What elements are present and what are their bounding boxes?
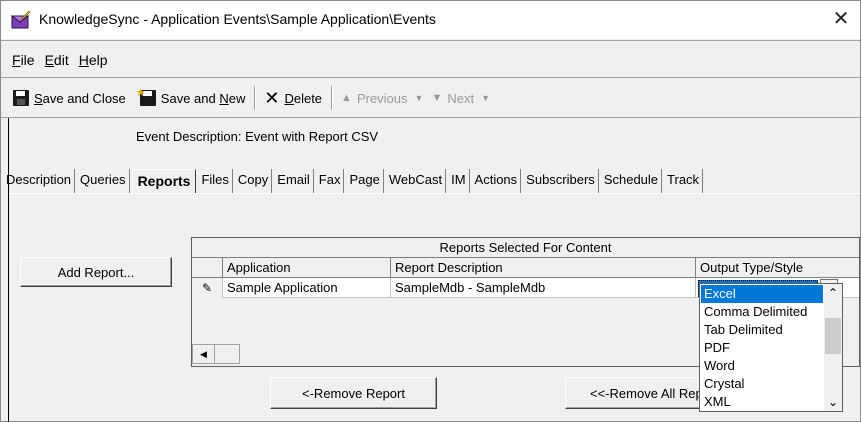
panel-left-border <box>8 118 9 422</box>
grid-header-row: Application Report Description Output Ty… <box>192 258 859 278</box>
tab-description[interactable]: Description <box>3 169 76 193</box>
delete-label: Delete <box>284 90 323 106</box>
dropdown-scrollbar[interactable]: ⌃ ⌄ <box>824 284 842 411</box>
scroll-down-icon[interactable]: ⌄ <box>824 393 842 411</box>
cell-report-description[interactable]: SampleMdb - SampleMdb <box>391 278 696 298</box>
tab-page[interactable]: Page <box>346 169 384 193</box>
column-header-output-type[interactable]: Output Type/Style <box>696 258 859 278</box>
tab-track[interactable]: Track <box>664 169 704 193</box>
save-and-close-label: Save and Close <box>34 90 126 106</box>
save-and-new-button[interactable]: ★ Save and New <box>134 86 250 110</box>
tab-schedule[interactable]: Schedule <box>601 169 663 193</box>
window-title: KnowledgeSync - Application Events\Sampl… <box>39 11 436 27</box>
title-bar: KnowledgeSync - Application Events\Sampl… <box>1 1 860 39</box>
grid-header-indicator <box>192 258 223 278</box>
edit-pencil-icon: ✎ <box>192 278 223 298</box>
toolbar-divider <box>1 117 860 118</box>
toolbar-separator <box>254 86 256 110</box>
grid-caption: Reports Selected For Content <box>192 238 859 258</box>
event-description-value: Event with Report CSV <box>245 129 379 144</box>
horizontal-scrollbar[interactable]: ◀ <box>192 344 240 364</box>
chevron-down-icon[interactable]: ▼ <box>415 93 424 103</box>
next-button[interactable]: ▼ Next ▼ <box>427 86 494 110</box>
tab-fax[interactable]: Fax <box>316 169 345 193</box>
delete-button[interactable]: ✕ Delete <box>260 86 326 110</box>
dropdown-option-word[interactable]: Word <box>701 357 823 375</box>
dropdown-option-tab-delimited[interactable]: Tab Delimited <box>701 321 823 339</box>
dropdown-option-excel[interactable]: Excel <box>701 285 823 303</box>
save-and-close-button[interactable]: Save and Close <box>9 86 130 110</box>
scroll-up-icon[interactable]: ⌃ <box>824 284 842 302</box>
tab-webcast[interactable]: WebCast <box>386 169 447 193</box>
floppy-disk-icon <box>13 90 29 106</box>
event-description: Event Description: Event with Report CSV <box>136 129 378 144</box>
tab-im[interactable]: IM <box>448 169 470 193</box>
scroll-left-icon[interactable]: ◀ <box>193 345 215 363</box>
tab-files[interactable]: Files <box>198 169 233 193</box>
toolbar-separator <box>331 86 333 110</box>
menu-divider <box>1 77 860 78</box>
previous-button[interactable]: ▲ Previous ▼ <box>337 86 427 110</box>
dropdown-option-xml[interactable]: XML <box>701 393 823 411</box>
column-header-report-description[interactable]: Report Description <box>391 258 696 278</box>
title-divider <box>1 40 860 41</box>
tab-email[interactable]: Email <box>274 169 314 193</box>
remove-report-button[interactable]: <-Remove Report <box>270 377 437 409</box>
tab-subscribers[interactable]: Subscribers <box>523 169 599 193</box>
previous-label: Previous <box>356 90 408 106</box>
scroll-thumb[interactable] <box>825 318 841 354</box>
column-header-application[interactable]: Application <box>223 258 391 278</box>
save-and-new-label: Save and New <box>160 90 246 106</box>
tab-baseline <box>9 193 860 194</box>
knowledgesync-window: KnowledgeSync - Application Events\Sampl… <box>0 0 861 422</box>
output-type-dropdown-list[interactable]: ⌃ ⌄ Excel Comma Delimited Tab Delimited PDF… <box>699 283 843 412</box>
dropdown-option-crystal[interactable]: Crystal <box>701 375 823 393</box>
next-label: Next <box>447 90 475 106</box>
event-description-label: Event Description: <box>136 129 242 144</box>
toolbar: Save and Close ★ Save and New ✕ Delete ▲… <box>1 83 860 113</box>
dropdown-option-pdf[interactable]: PDF <box>701 339 823 357</box>
menu-edit[interactable]: Edit <box>40 52 74 68</box>
knowledgesync-app-icon <box>11 10 31 29</box>
tab-reports[interactable]: Reports <box>131 169 197 193</box>
menu-bar: File Edit Help <box>1 48 860 72</box>
delete-x-icon: ✕ <box>264 88 280 108</box>
menu-help[interactable]: Help <box>74 52 113 68</box>
menu-file[interactable]: File <box>7 52 40 68</box>
arrow-up-icon: ▲ <box>341 92 352 104</box>
tab-copy[interactable]: Copy <box>235 169 273 193</box>
tab-strip: Description Queries Reports Files Copy Email F… <box>3 165 705 193</box>
add-report-button[interactable]: Add Report... <box>20 257 172 287</box>
tab-queries[interactable]: Queries <box>77 169 130 193</box>
tab-actions[interactable]: Actions <box>472 169 522 193</box>
arrow-down-icon: ▼ <box>431 92 443 104</box>
close-icon[interactable]: ✕ <box>830 7 852 31</box>
cell-application[interactable]: Sample Application <box>223 278 391 298</box>
floppy-disk-new-icon: ★ <box>136 88 156 106</box>
dropdown-option-comma-delimited[interactable]: Comma Delimited <box>701 303 823 321</box>
chevron-down-icon[interactable]: ▼ <box>481 93 490 103</box>
